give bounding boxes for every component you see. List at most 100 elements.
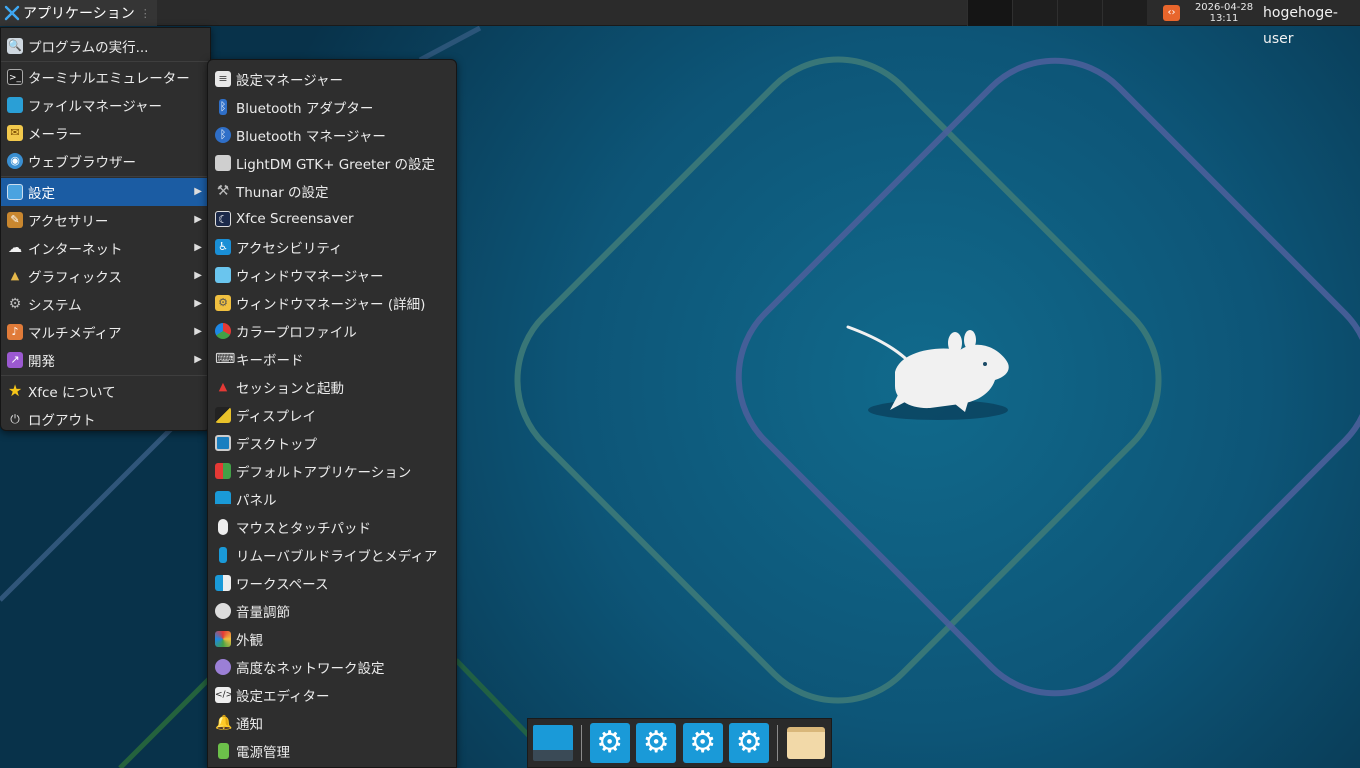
multimedia-icon: ♪ [7,324,23,340]
submenu-item-network-settings[interactable]: 高度なネットワーク設定 [208,653,456,681]
submenu-item-panel[interactable]: パネル [208,485,456,513]
submenu-item-window-manager-tweaks[interactable]: ⚙ ウィンドウマネージャー (詳細) [208,289,456,317]
settings-gear-icon: ⚙ [589,723,630,763]
submenu-item-label: Xfce Screensaver [236,211,354,227]
bell-icon: 🔔 [215,715,233,731]
menu-item-label: ファイルマネージャー [28,99,163,115]
default-applications-icon [215,463,231,479]
menu-separator [1,61,210,62]
submenu-item-bluetooth-manager[interactable]: ᛒ Bluetooth マネージャー [208,121,456,149]
window-manager-icon [215,267,231,283]
submenu-item-power-manager[interactable]: 電源管理 [208,737,456,765]
panel-icon [215,491,231,507]
submenu-item-screensaver[interactable]: ☾ Xfce Screensaver [208,205,456,233]
clock-time: 13:11 [1209,13,1239,24]
menu-item-label: 開発 [28,354,55,370]
submenu-item-label: 設定エディター [236,689,330,705]
submenu-item-bluetooth-adapter[interactable]: ᛒ Bluetooth アダプター [208,93,456,121]
applications-menu-button[interactable]: アプリケーション ⋮ [0,0,157,26]
submenu-item-label: 外観 [236,633,263,649]
workspace-2[interactable] [1012,0,1057,26]
display-icon [215,407,231,423]
workspace-3[interactable] [1057,0,1102,26]
menu-item-graphics[interactable]: ▲ グラフィックス ▶ [1,262,210,290]
submenu-item-workspaces[interactable]: ワークスペース [208,569,456,597]
submenu-item-window-manager[interactable]: ウィンドウマネージャー [208,261,456,289]
submenu-item-default-applications[interactable]: デフォルトアプリケーション [208,457,456,485]
submenu-item-accessibility[interactable]: ♿ アクセシビリティ [208,233,456,261]
accessibility-icon: ♿ [215,239,231,255]
submenu-item-session-startup[interactable]: ▲ セッションと起動 [208,373,456,401]
settings-launcher-4[interactable]: ⚙ [728,722,771,764]
terminal-icon: >_ [7,69,23,85]
bluetooth-icon: ᛒ [215,127,231,143]
menu-item-terminal[interactable]: >_ ターミナルエミュレーター [1,63,210,91]
menu-item-label: メーラー [28,127,82,143]
menu-item-logout[interactable]: ⏻ ログアウト [1,405,210,433]
menu-item-settings[interactable]: 設定 ▶ [1,178,210,206]
submenu-item-label: 通知 [236,717,263,733]
submenu-item-color-profile[interactable]: カラープロファイル [208,317,456,345]
show-desktop-button[interactable] [532,722,575,764]
workspace-switcher[interactable] [967,0,1147,26]
workspace-1[interactable] [967,0,1012,26]
submenu-item-settings-manager[interactable]: ≡ 設定マネージャー [208,65,456,93]
menu-item-web-browser[interactable]: ◉ ウェブブラウザー [1,147,210,175]
submenu-item-notifications[interactable]: 🔔 通知 [208,709,456,737]
submenu-item-removable-drives[interactable]: リムーバブルドライブとメディア [208,541,456,569]
menu-item-multimedia[interactable]: ♪ マルチメディア ▶ [1,318,210,346]
menu-item-label: インターネット [28,242,123,258]
menu-item-run-program[interactable]: 🔍 プログラムの実行... [1,32,210,60]
submenu-item-thunar-settings[interactable]: ⚒ Thunar の設定 [208,177,456,205]
submenu-item-label: Thunar の設定 [236,185,329,201]
submenu-item-appearance[interactable]: 外観 [208,625,456,653]
star-icon: ★ [7,381,23,400]
applications-menu: 🔍 プログラムの実行... >_ ターミナルエミュレーター ファイルマネージャー… [0,27,211,431]
submenu-item-volume[interactable]: 音量調節 [208,597,456,625]
settings-editor-icon: </> [215,687,233,703]
folder-icon [786,727,825,759]
appearance-icon [215,631,231,647]
submenu-item-label: アクセシビリティ [236,241,343,257]
menu-item-accessories[interactable]: ✎ アクセサリー ▶ [1,206,210,234]
user-name-button[interactable]: hogehoge-user [1263,0,1360,47]
submenu-item-lightdm-greeter[interactable]: LightDM GTK+ Greeter の設定 [208,149,456,177]
submenu-arrow-icon: ▶ [194,214,202,225]
menu-item-label: ウェブブラウザー [28,155,136,171]
submenu-item-label: デスクトップ [236,437,317,453]
settings-launcher-1[interactable]: ⚙ [588,722,631,764]
settings-launcher-3[interactable]: ⚙ [681,722,724,764]
submenu-item-label: セッションと起動 [236,381,344,397]
menu-item-internet[interactable]: ☁ インターネット ▶ [1,234,210,262]
file-manager-launcher[interactable] [784,722,827,764]
submenu-item-keyboard[interactable]: ⌨ キーボード [208,345,456,373]
submenu-item-mouse-touchpad[interactable]: マウスとタッチパッド [208,513,456,541]
submenu-item-desktop[interactable]: デスクトップ [208,429,456,457]
menu-item-system[interactable]: ⚙ システム ▶ [1,290,210,318]
menu-item-label: システム [28,298,82,314]
menu-item-label: 設定 [28,186,55,202]
workspace-4[interactable] [1102,0,1147,26]
submenu-item-label: 音量調節 [236,605,290,621]
dock-separator [776,725,779,761]
battery-icon [218,743,229,759]
menu-item-development[interactable]: ↗ 開発 ▶ [1,346,210,374]
web-browser-icon: ◉ [7,153,23,169]
submenu-item-label: ディスプレイ [236,409,317,425]
menu-item-label: グラフィックス [28,270,122,286]
workspaces-icon [215,575,231,591]
keyboard-icon: ⌨ [215,351,236,367]
notification-icon[interactable]: ‹› [1163,5,1180,21]
settings-launcher-2[interactable]: ⚙ [635,722,678,764]
menu-item-file-manager[interactable]: ファイルマネージャー [1,91,210,119]
submenu-item-label: Bluetooth アダプター [236,101,374,117]
submenu-item-display[interactable]: ディスプレイ [208,401,456,429]
submenu-item-settings-editor[interactable]: </> 設定エディター [208,681,456,709]
menu-item-about-xfce[interactable]: ★ Xfce について [1,377,210,405]
submenu-arrow-icon: ▶ [194,186,202,197]
run-program-icon: 🔍 [7,38,23,54]
submenu-item-label: ウィンドウマネージャー (詳細) [236,297,426,313]
menu-item-mailer[interactable]: ✉ メーラー [1,119,210,147]
clock-date: 2026-04-28 [1194,2,1254,13]
clock[interactable]: 2026-04-28 13:11 [1190,2,1258,24]
